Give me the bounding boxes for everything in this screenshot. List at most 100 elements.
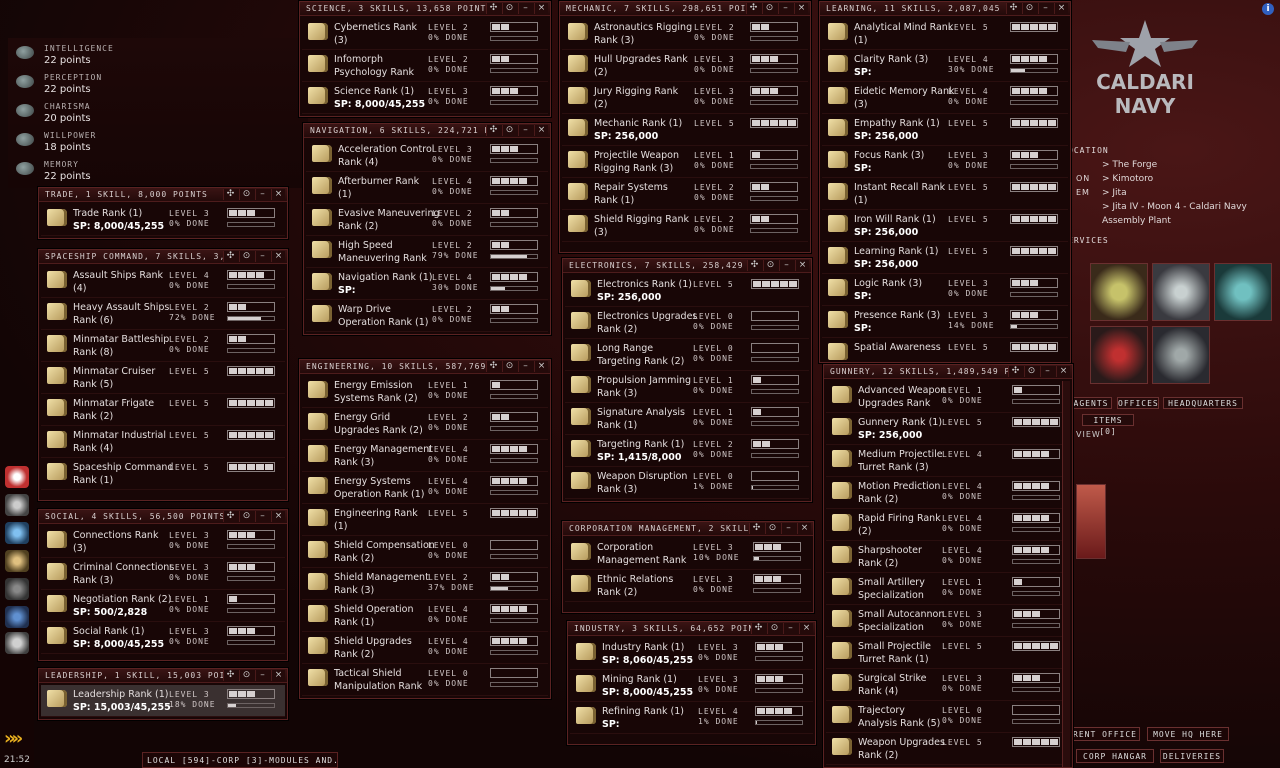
skill-row[interactable]: Negotiation Rank (2) SP: 500/2,828 LEVEL 1… xyxy=(41,590,285,622)
window-header[interactable]: ELECTRONICS, 7 SKILLS, 258,429 POINT ✣ ⊙ – × xyxy=(563,259,811,273)
skill-row[interactable]: Navigation Rank (1) SP: LEVEL 4 30% DONE xyxy=(306,268,548,300)
minimize-icon[interactable]: – xyxy=(778,3,792,14)
minimize-icon[interactable]: – xyxy=(255,670,269,681)
location-station[interactable]: > Jita IV - Moon 4 - Caldari Navy xyxy=(1102,202,1247,212)
skill-row[interactable]: Infomorph Psychology Rank LEVEL 2 0% DONE xyxy=(302,50,548,82)
skill-row[interactable]: Cybernetics Rank (3) LEVEL 2 0% DONE xyxy=(302,18,548,50)
scrollbar[interactable] xyxy=(1062,381,1070,767)
globe-icon[interactable] xyxy=(5,522,29,544)
skill-row[interactable]: Medium Projectile Turret Rank (3) LEVEL 4 xyxy=(826,445,1070,477)
minimize-icon[interactable]: – xyxy=(779,260,793,271)
skill-row[interactable]: Astronautics Rigging Rank (3) LEVEL 2 0% … xyxy=(562,18,808,50)
skill-row[interactable]: Small Autocannon Specialization LEVEL 3 0… xyxy=(826,605,1070,637)
skill-row[interactable]: Advanced Weapon Upgrades Rank LEVEL 1 0% … xyxy=(826,381,1070,413)
pin-icon[interactable]: ✣ xyxy=(223,189,237,200)
minimize-icon[interactable]: – xyxy=(518,125,532,136)
corp-hangar-button[interactable]: CORP HANGAR xyxy=(1076,749,1154,763)
tab-items[interactable]: ITEMS [0] xyxy=(1082,414,1134,436)
minimize-icon[interactable]: – xyxy=(518,3,532,14)
minimize-icon[interactable]: – xyxy=(255,189,269,200)
skill-row[interactable]: Minmatar Battleship Rank (8) LEVEL 2 0% D… xyxy=(41,330,285,362)
skill-row[interactable]: Jury Rigging Rank (2) LEVEL 3 0% DONE xyxy=(562,82,808,114)
pin-icon[interactable]: ✣ xyxy=(223,670,237,681)
close-icon[interactable]: × xyxy=(271,189,285,200)
window-menu-icon[interactable]: ⊙ xyxy=(765,523,779,534)
rent-office-button[interactable]: RENT OFFICE xyxy=(1070,727,1140,741)
skill-row[interactable]: Science Rank (1) SP: 8,000/45,255 LEVEL 3 … xyxy=(302,82,548,114)
skill-row[interactable]: Focus Rank (3) SP: LEVEL 3 0% DONE xyxy=(822,146,1068,178)
window-header[interactable]: SCIENCE, 3 SKILLS, 13,658 POINTS ✣ ⊙ – × xyxy=(300,2,550,16)
window-header[interactable]: MECHANIC, 7 SKILLS, 298,651 POINTS ✣ ⊙ – × xyxy=(560,2,810,16)
skill-row[interactable]: Shield Management Rank (3) LEVEL 2 37% DO… xyxy=(302,568,548,600)
location-region[interactable]: > The Forge xyxy=(1102,160,1157,170)
pin-icon[interactable]: ✣ xyxy=(486,125,500,136)
pin-icon[interactable]: ✣ xyxy=(223,511,237,522)
skill-row[interactable]: Instant Recall Rank (1) LEVEL 5 xyxy=(822,178,1068,210)
skill-row[interactable]: Shield Compensation Rank (2) LEVEL 0 0% D… xyxy=(302,536,548,568)
window-menu-icon[interactable]: ⊙ xyxy=(502,125,516,136)
skill-row[interactable]: Presence Rank (3) SP: LEVEL 3 14% DONE xyxy=(822,306,1068,338)
pin-icon[interactable]: ✣ xyxy=(746,3,760,14)
minimize-icon[interactable]: – xyxy=(1038,3,1052,14)
window-menu-icon[interactable]: ⊙ xyxy=(502,3,516,14)
pin-icon[interactable]: ✣ xyxy=(1008,366,1022,377)
skill-row[interactable]: Small Projectile Turret Rank (1) LEVEL 5 xyxy=(826,637,1070,669)
window-header[interactable]: SPACESHIP COMMAND, 7 SKILLS, 3,301 ✣ ⊙ – × xyxy=(39,250,287,264)
skill-row[interactable]: Empathy Rank (1) SP: 256,000 LEVEL 5 xyxy=(822,114,1068,146)
skill-row[interactable]: Energy Grid Upgrades Rank (2) LEVEL 2 0% … xyxy=(302,408,548,440)
skill-row[interactable]: Clarity Rank (3) SP: LEVEL 4 30% DONE xyxy=(822,50,1068,82)
repair-service-icon[interactable] xyxy=(1152,326,1210,384)
close-icon[interactable]: × xyxy=(1054,3,1068,14)
skill-row[interactable]: Minmatar Industrial Rank (4) LEVEL 5 xyxy=(41,426,285,458)
lifebuoy-icon[interactable] xyxy=(5,466,29,488)
help-icon[interactable] xyxy=(5,606,29,628)
people-icon[interactable] xyxy=(5,494,29,516)
pin-icon[interactable]: ✣ xyxy=(486,3,500,14)
fitting-service-icon[interactable] xyxy=(1214,263,1272,321)
skill-row[interactable]: Shield Rigging Rank (3) LEVEL 2 0% DONE xyxy=(562,210,808,242)
skill-row[interactable]: Projectile Weapon Rigging Rank (3) LEVEL … xyxy=(562,146,808,178)
tab-offices[interactable]: OFFICES xyxy=(1117,397,1159,409)
skill-row[interactable]: Targeting Rank (1) SP: 1,415/8,000 LEVEL 2… xyxy=(565,435,809,467)
skill-row[interactable]: Mining Rank (1) SP: 8,000/45,255 LEVEL 3 0… xyxy=(570,670,813,702)
skill-row[interactable]: Social Rank (1) SP: 8,000/45,255 LEVEL 3 0… xyxy=(41,622,285,654)
market-service-icon[interactable] xyxy=(1152,263,1210,321)
skill-row[interactable]: Long Range Targeting Rank (2) LEVEL 0 0% … xyxy=(565,339,809,371)
skill-row[interactable]: Warp Drive Operation Rank (1) LEVEL 2 0% … xyxy=(306,300,548,332)
skill-row[interactable]: Mechanic Rank (1) SP: 256,000 LEVEL 5 xyxy=(562,114,808,146)
skill-row[interactable]: Sharpshooter Rank (2) LEVEL 4 0% DONE xyxy=(826,541,1070,573)
skill-row[interactable]: Ethnic Relations Rank (2) LEVEL 3 0% DONE xyxy=(565,570,811,602)
skill-row[interactable]: Energy Emission Systems Rank (2) LEVEL 1 … xyxy=(302,376,548,408)
skill-row[interactable]: Repair Systems Rank (1) LEVEL 2 0% DONE xyxy=(562,178,808,210)
window-header[interactable]: TRADE, 1 SKILL, 8,000 POINTS ✣ ⊙ – × xyxy=(39,188,287,202)
skill-row[interactable]: Trade Rank (1) SP: 8,000/45,255 LEVEL 3 0%… xyxy=(41,204,285,236)
skill-row[interactable]: Eidetic Memory Rank (3) LEVEL 4 0% DONE xyxy=(822,82,1068,114)
window-header[interactable]: INDUSTRY, 3 SKILLS, 64,652 POINTS ✣ ⊙ – × xyxy=(568,622,815,636)
minimize-icon[interactable]: – xyxy=(518,361,532,372)
window-menu-icon[interactable]: ⊙ xyxy=(1024,366,1038,377)
window-header[interactable]: GUNNERY, 12 SKILLS, 1,489,549 POINT ✣ ⊙ – × xyxy=(824,365,1072,379)
window-menu-icon[interactable]: ⊙ xyxy=(763,260,777,271)
skill-row[interactable]: Minmatar Frigate Rank (2) LEVEL 5 xyxy=(41,394,285,426)
minimize-icon[interactable]: – xyxy=(783,623,797,634)
skill-row[interactable]: Iron Will Rank (1) SP: 256,000 LEVEL 5 xyxy=(822,210,1068,242)
character-portrait-icon[interactable] xyxy=(5,632,29,654)
window-header[interactable]: CORPORATION MANAGEMENT, 2 SKILLS, ✣ ⊙ – × xyxy=(563,522,813,536)
window-header[interactable]: LEARNING, 11 SKILLS, 2,087,045 POINT ✣ ⊙ – × xyxy=(820,2,1070,16)
pin-icon[interactable]: ✣ xyxy=(751,623,765,634)
window-menu-icon[interactable]: ⊙ xyxy=(239,189,253,200)
skill-row[interactable]: Tactical Shield Manipulation Rank LEVEL 0… xyxy=(302,664,548,696)
skill-row[interactable]: Gunnery Rank (1) SP: 256,000 LEVEL 5 xyxy=(826,413,1070,445)
close-icon[interactable]: × xyxy=(271,511,285,522)
skill-row[interactable]: Spaceship Command Rank (1) LEVEL 5 xyxy=(41,458,285,490)
location-constellation[interactable]: > Kimotoro xyxy=(1102,174,1153,184)
expand-chevron-icon[interactable]: »» xyxy=(4,728,23,749)
reprocessing-service-icon[interactable] xyxy=(1090,263,1148,321)
minimize-icon[interactable]: – xyxy=(1040,366,1054,377)
window-menu-icon[interactable]: ⊙ xyxy=(502,361,516,372)
close-icon[interactable]: × xyxy=(794,3,808,14)
journal-icon[interactable] xyxy=(5,550,29,572)
skill-row[interactable]: Shield Operation Rank (1) LEVEL 4 0% DONE xyxy=(302,600,548,632)
skill-row[interactable]: Assault Ships Rank (4) LEVEL 4 0% DONE xyxy=(41,266,285,298)
skill-row[interactable]: Small Artillery Specialization LEVEL 1 0%… xyxy=(826,573,1070,605)
